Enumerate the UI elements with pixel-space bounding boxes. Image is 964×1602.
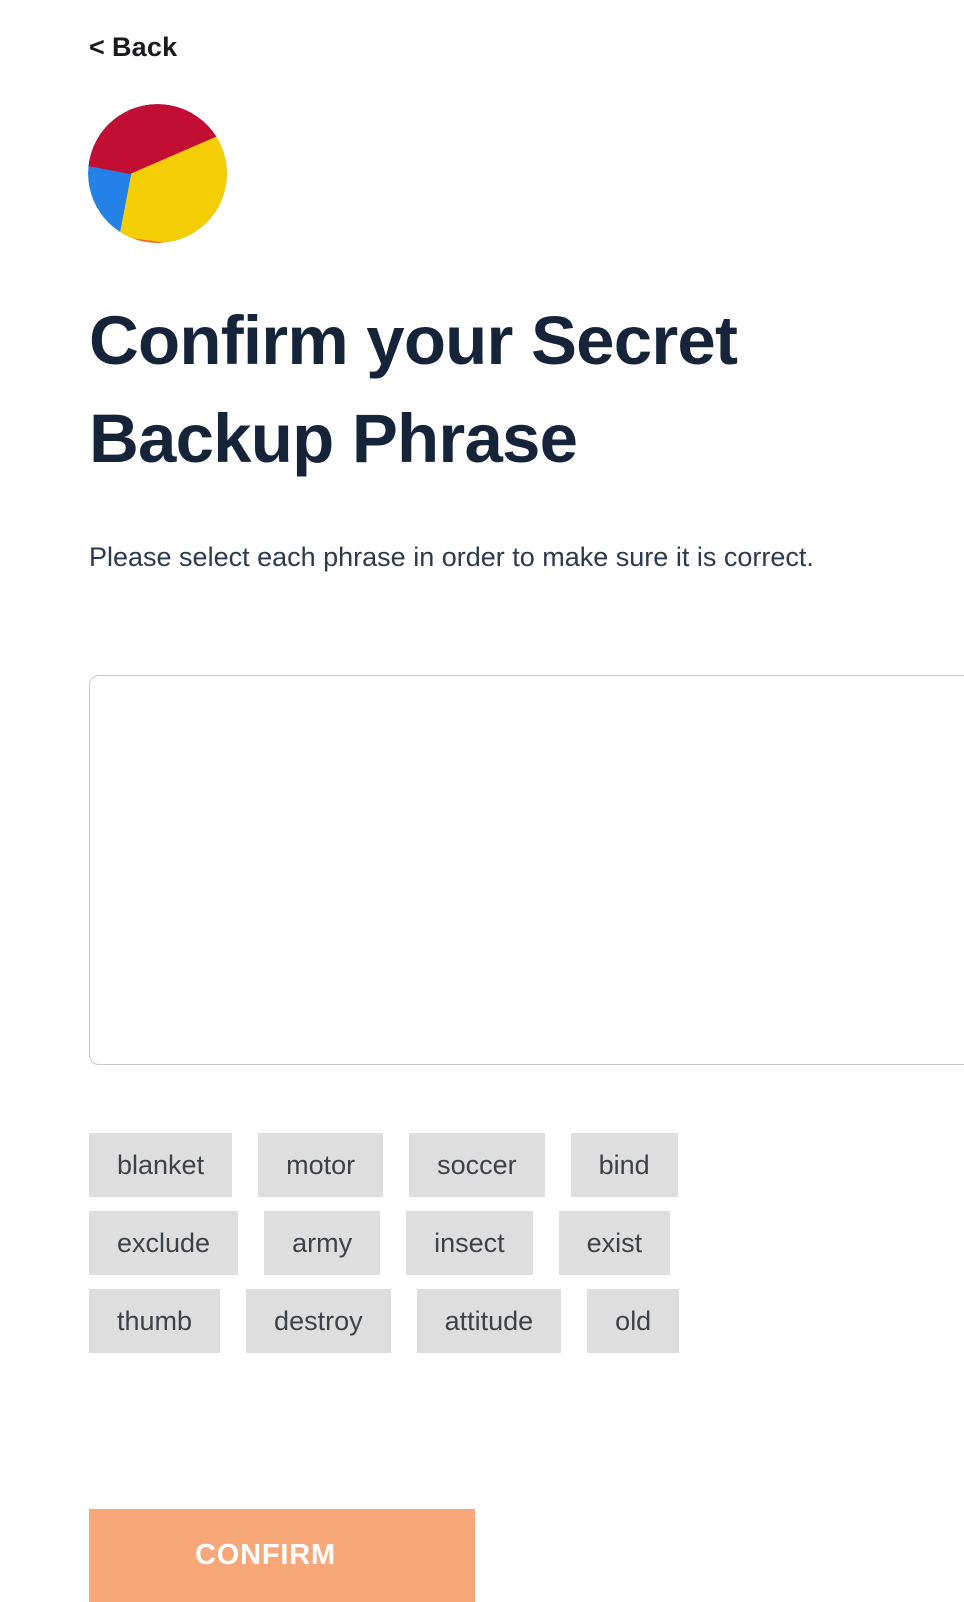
back-button-label: Back — [111, 32, 178, 62]
word-chip-exclude[interactable]: exclude — [89, 1211, 239, 1275]
word-chip-old[interactable]: old — [587, 1289, 680, 1353]
chevron-left-icon: < — [89, 32, 105, 62]
word-chip-attitude[interactable]: attitude — [416, 1289, 562, 1353]
word-bank-row: thumb destroy attitude old — [89, 1289, 919, 1353]
circular-color-wheel-logo — [88, 104, 227, 243]
selected-phrase-area[interactable] — [89, 675, 964, 1065]
word-chip-bind[interactable]: bind — [570, 1133, 678, 1197]
word-bank: blanket motor soccer bind exclude army i… — [89, 1133, 919, 1353]
word-chip-blanket[interactable]: blanket — [89, 1133, 233, 1197]
word-chip-insect[interactable]: insect — [406, 1211, 533, 1275]
confirm-backup-phrase-page: < Back Confirm your Secret Backup Phrase… — [0, 0, 964, 1602]
word-chip-thumb[interactable]: thumb — [89, 1289, 221, 1353]
word-chip-soccer[interactable]: soccer — [409, 1133, 545, 1197]
word-chip-motor[interactable]: motor — [258, 1133, 384, 1197]
word-bank-row: blanket motor soccer bind — [89, 1133, 919, 1197]
confirm-button[interactable]: CONFIRM — [89, 1509, 475, 1602]
page-subtitle: Please select each phrase in order to ma… — [89, 542, 814, 572]
back-button[interactable]: < Back — [89, 29, 177, 65]
page-title: Confirm your Secret Backup Phrase — [89, 302, 738, 477]
word-chip-army[interactable]: army — [264, 1211, 381, 1275]
word-bank-row: exclude army insect exist — [89, 1211, 919, 1275]
word-chip-exist[interactable]: exist — [558, 1211, 671, 1275]
word-chip-destroy[interactable]: destroy — [246, 1289, 391, 1353]
